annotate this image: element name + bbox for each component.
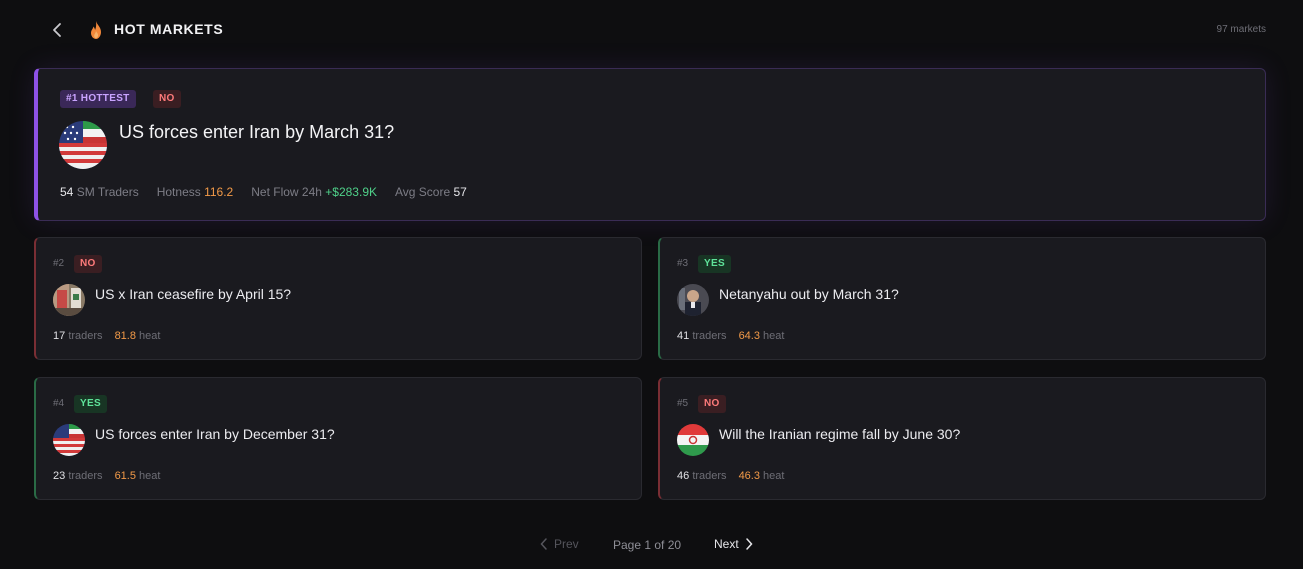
page-title: HOT MARKETS	[114, 21, 224, 37]
market-avatar	[677, 284, 709, 316]
prev-button[interactable]: Prev	[540, 537, 579, 551]
rank-badge: #1 HOTTEST	[60, 90, 136, 108]
market-card[interactable]: #2 NO US x Iran ceasefire by April 15? 1…	[34, 237, 642, 360]
market-avatar	[53, 284, 85, 316]
market-question: US forces enter Iran by December 31?	[95, 426, 335, 442]
market-question: Will the Iranian regime fall by June 30?	[719, 426, 961, 442]
chevron-right-icon	[745, 538, 753, 550]
page-header: HOT MARKETS 97 markets	[0, 0, 1303, 60]
avg-score-stat: Avg Score 57	[395, 185, 467, 199]
market-meta: 23 traders 61.5 heat	[53, 470, 161, 482]
sm-traders-stat: 54 SM Traders	[60, 185, 139, 199]
next-label: Next	[714, 537, 739, 551]
market-question: US x Iran ceasefire by April 15?	[95, 286, 292, 302]
net-flow-stat: Net Flow 24h +$283.9K	[251, 185, 377, 199]
rank-label: #4	[53, 398, 65, 409]
market-card[interactable]: #5 NO Will the Iranian regime fall by Ju…	[658, 377, 1266, 500]
back-button[interactable]	[46, 19, 68, 41]
rank-label: #5	[677, 398, 689, 409]
market-question: US forces enter Iran by March 31?	[119, 122, 395, 142]
side-badge: NO	[74, 255, 102, 273]
featured-market-card[interactable]: #1 HOTTEST NO US forces enter Iran by Ma…	[34, 68, 1266, 221]
side-badge: YES	[698, 255, 731, 273]
rank-label: #2	[53, 258, 65, 269]
market-meta: 17 traders 81.8 heat	[53, 330, 161, 342]
market-meta: 46 traders 46.3 heat	[677, 470, 785, 482]
side-badge: NO	[153, 90, 181, 108]
featured-stats: 54 SM Traders Hotness 116.2 Net Flow 24h…	[60, 185, 467, 199]
market-avatar	[677, 424, 709, 456]
prev-label: Prev	[554, 537, 579, 551]
hotness-stat: Hotness 116.2	[156, 185, 234, 199]
flame-icon	[91, 21, 101, 39]
market-question: Netanyahu out by March 31?	[719, 286, 899, 302]
chevron-left-icon	[53, 23, 61, 37]
side-badge: YES	[74, 395, 107, 413]
side-badge: NO	[698, 395, 726, 413]
page-indicator: Page 1 of 20	[613, 538, 682, 552]
market-count: 97 markets	[1216, 24, 1266, 35]
market-card[interactable]: #3 YES Netanyahu out by March 31? 41 tra…	[658, 237, 1266, 360]
rank-label: #3	[677, 258, 689, 269]
market-card[interactable]: #4 YES US forces enter Iran by December …	[34, 377, 642, 500]
chevron-left-icon	[540, 538, 547, 550]
market-meta: 41 traders 64.3 heat	[677, 330, 785, 342]
pagination: Prev Page 1 of 20 Next	[0, 537, 1303, 555]
market-avatar	[53, 424, 85, 456]
next-button[interactable]: Next	[714, 537, 753, 551]
market-avatar	[59, 121, 107, 169]
